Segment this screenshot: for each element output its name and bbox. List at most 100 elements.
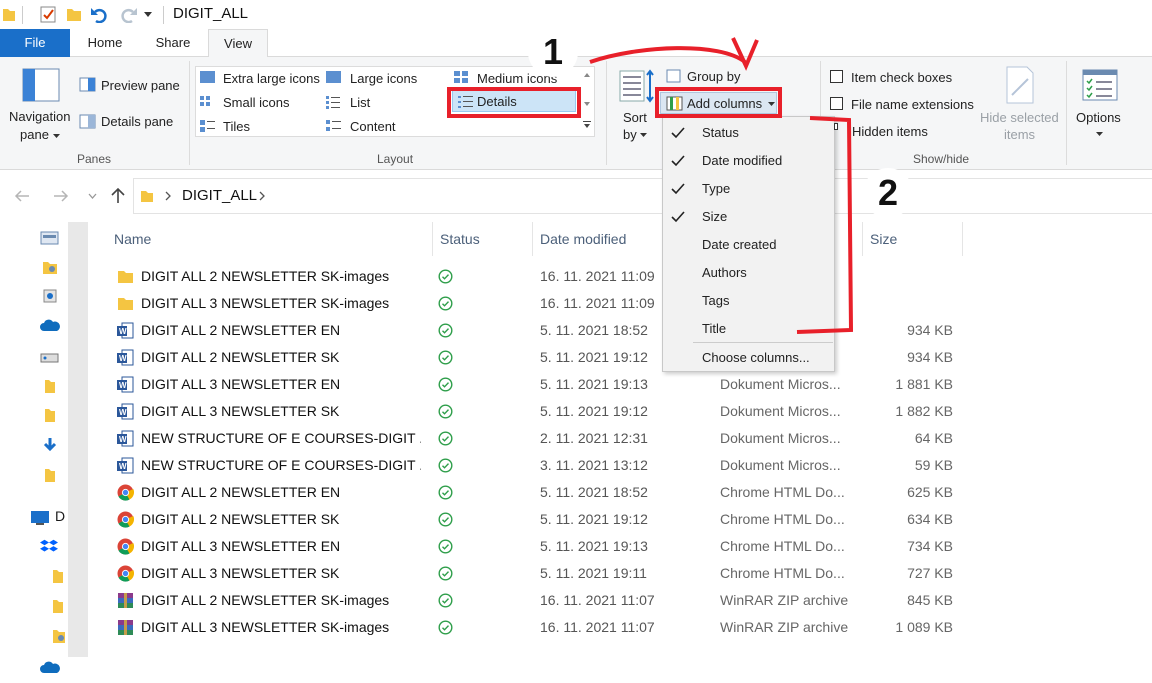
file-row[interactable]: DIGIT ALL 3 NEWSLETTER SK-images 16. 11. … [105,614,965,641]
file-row[interactable]: W DIGIT ALL 2 NEWSLETTER SK 5. 11. 2021 19… [105,344,965,371]
list-icon [326,96,340,109]
this-pc-icon[interactable] [30,510,50,526]
column-separator[interactable] [862,222,863,256]
extra-large-icons-option[interactable]: Extra large icons [223,71,320,86]
file-name: DIGIT ALL 3 NEWSLETTER SK [141,403,340,419]
item-check-boxes-checkbox[interactable] [830,70,843,83]
menu-item-status[interactable]: Status [663,119,834,147]
properties-icon[interactable] [40,6,57,23]
file-date: 5. 11. 2021 19:13 [540,538,648,554]
file-row[interactable]: DIGIT ALL 2 NEWSLETTER SK-images 16. 11. … [105,587,965,614]
content-icon [326,120,341,131]
small-icons-option[interactable]: Small icons [223,95,289,110]
sync-status-icon [438,452,458,479]
sync-status-icon [438,533,458,560]
onedrive-icon[interactable] [40,660,60,674]
file-row[interactable]: DIGIT ALL 2 NEWSLETTER SK-images 16. 11. … [105,263,965,290]
navigation-pane-button[interactable]: Navigation [9,109,70,124]
file-row[interactable]: DIGIT ALL 3 NEWSLETTER SK 5. 11. 2021 19:… [105,560,965,587]
tab-file[interactable]: File [0,29,70,57]
breadcrumb[interactable]: DIGIT_ALL [182,187,257,204]
file-date: 5. 11. 2021 18:52 [540,484,648,500]
file-row[interactable]: DIGIT ALL 2 NEWSLETTER SK 5. 11. 2021 19:… [105,506,965,533]
redo-icon[interactable] [118,5,138,23]
details-pane-button[interactable]: Details pane [101,114,173,129]
file-name-extensions-checkbox[interactable] [830,97,843,110]
column-separator[interactable] [532,222,533,256]
choose-columns-item[interactable]: Choose columns... [663,344,834,372]
column-header-size[interactable]: Size [870,222,897,256]
sync-status-icon [438,425,458,452]
chevron-right-icon[interactable] [259,191,266,201]
separator [606,61,607,165]
tab-home[interactable]: Home [78,29,132,57]
chrome-icon [117,565,134,582]
menu-item-date-created[interactable]: Date created [663,231,834,259]
file-size: 1 089 KB [895,619,953,635]
drive-icon[interactable] [40,350,60,364]
desktop-icon[interactable] [40,230,60,246]
content-option[interactable]: Content [350,119,396,134]
folder-icon[interactable] [44,467,56,483]
file-row[interactable]: W DIGIT ALL 2 NEWSLETTER EN 5. 11. 2021 18… [105,317,965,344]
large-icons-option[interactable]: Large icons [350,71,417,86]
menu-item-authors[interactable]: Authors [663,259,834,287]
column-separator[interactable] [432,222,433,256]
folder-icon[interactable] [44,378,56,394]
group-by-button[interactable]: Group by [687,69,740,84]
file-row[interactable]: DIGIT ALL 2 NEWSLETTER EN 5. 11. 2021 18:… [105,479,965,506]
tab-view[interactable]: View [208,29,268,58]
dropbox-icon[interactable] [40,538,60,556]
back-icon[interactable] [14,189,30,203]
column-separator[interactable] [962,222,963,256]
chevron-down-icon [53,134,60,138]
onedrive-icon[interactable] [40,318,60,332]
column-header-name[interactable]: Name [114,222,151,256]
file-row[interactable]: W NEW STRUCTURE OF E COURSES-DIGIT ... 3. … [105,452,965,479]
menu-item-title[interactable]: Title [663,315,834,343]
address-bar[interactable] [133,178,1152,214]
preview-pane-button[interactable]: Preview pane [101,78,180,93]
list-option[interactable]: List [350,95,370,110]
hidden-items-checkbox[interactable] [834,123,838,130]
column-header-date-modified[interactable]: Date modified [540,222,626,256]
folder-icon[interactable] [44,407,56,423]
file-row[interactable]: W DIGIT ALL 3 NEWSLETTER EN 5. 11. 2021 19… [105,371,965,398]
file-row[interactable]: DIGIT ALL 3 NEWSLETTER EN 5. 11. 2021 19:… [105,533,965,560]
gallery-scroll-icon[interactable] [582,69,592,131]
tiles-option[interactable]: Tiles [223,119,250,134]
menu-item-size[interactable]: Size [663,203,834,231]
forward-icon[interactable] [53,189,69,203]
file-row[interactable]: W NEW STRUCTURE OF E COURSES-DIGIT ... 2. … [105,425,965,452]
downloads-icon[interactable] [42,437,58,453]
file-name: DIGIT ALL 2 NEWSLETTER EN [141,484,341,500]
recent-locations-icon[interactable] [88,193,97,199]
file-row[interactable]: W DIGIT ALL 3 NEWSLETTER SK 5. 11. 2021 19… [105,398,965,425]
annotation-step-1: 1 [528,27,578,77]
user-folder-icon[interactable] [42,259,58,275]
new-folder-icon[interactable] [66,6,82,22]
file-row[interactable]: DIGIT ALL 3 NEWSLETTER SK-images 16. 11. … [105,290,965,317]
user-folder-icon[interactable] [52,628,66,644]
file-type: Chrome HTML Do... [720,484,845,500]
customize-toolbar-icon[interactable] [144,12,152,18]
tab-share[interactable]: Share [146,29,200,57]
undo-icon[interactable] [90,5,110,23]
chevron-down-icon [1096,132,1103,136]
folder-icon [118,271,133,283]
svg-text:W: W [119,354,127,363]
hide-selected-items-button[interactable]: Hide selected [980,110,1059,125]
menu-item-type[interactable]: Type [663,175,834,203]
navigation-pane-scrollbar[interactable] [68,222,88,657]
folder-icon[interactable] [52,598,64,614]
menu-item-date-modified[interactable]: Date modified [663,147,834,175]
sort-by-button[interactable]: Sort [623,110,647,125]
folder-icon[interactable] [52,568,64,584]
file-name: DIGIT ALL 2 NEWSLETTER EN [141,322,341,338]
options-button[interactable]: Options [1076,110,1121,125]
menu-item-tags[interactable]: Tags [663,287,834,315]
up-icon[interactable] [110,187,126,204]
column-header-status[interactable]: Status [440,222,480,256]
item-check-boxes-label: Item check boxes [851,70,953,85]
network-icon[interactable] [42,288,58,304]
